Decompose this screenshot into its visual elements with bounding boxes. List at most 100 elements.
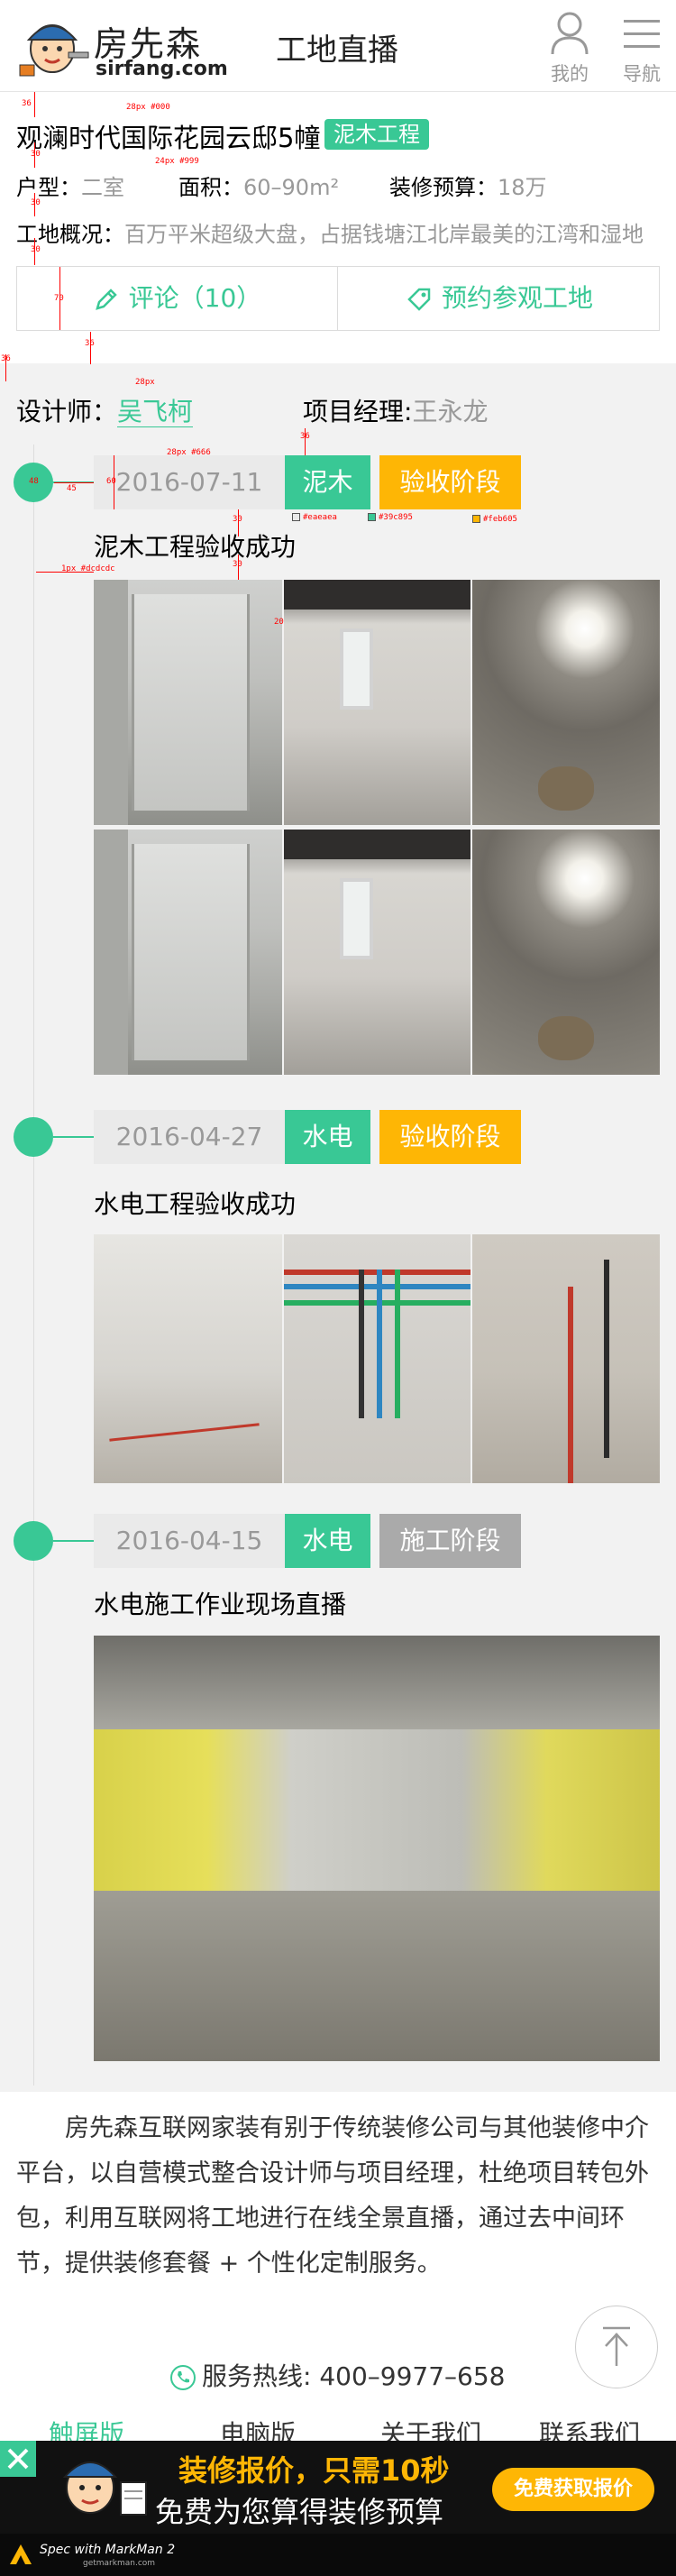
navigation-label: 导航 [623,63,661,85]
measure-label: 36 [85,339,95,348]
measure-label: 36 [1,354,11,363]
measure-label: 30 [31,198,41,207]
quote-banner[interactable]: 装修报价，只需10秒 免费为您算得装修预算 免费获取报价 [0,2441,676,2534]
measure-label: 60 [106,477,116,486]
timeline-connector [53,1136,94,1138]
markman-logo-icon [10,2544,32,2564]
measure-label: 28px #666 [167,448,211,457]
swatch-icon [368,513,376,521]
timeline-dot [14,1521,53,1561]
book-visit-label: 预约参观工地 [441,283,593,313]
entry-title: 泥木工程验收成功 [94,532,297,562]
entry-title: 水电施工作业现场直播 [94,1590,347,1619]
site-photo[interactable] [94,830,282,1075]
color-label: #39c895 [368,513,413,522]
budget-value: 18万 [498,175,547,200]
my-account-label: 我的 [551,63,589,85]
budget-label: 装修预算： [389,175,498,200]
project-actions: 评论（10） 预约参观工地 [16,266,660,331]
measure-label: 28px [135,378,155,387]
measure-label: 36 [22,99,32,108]
color-label: #eaeaea [292,513,337,522]
entry-date: 2016-07-11 [94,455,285,509]
service-hotline[interactable]: 服务热线: 400–9977–658 [169,2357,505,2393]
designer-name-link[interactable]: 吴飞柯 [117,397,194,427]
site-photo[interactable] [472,830,660,1075]
mascot-icon [62,2461,147,2516]
measure-line [90,332,91,364]
markman-domain: getmarkman.com [83,2559,156,2568]
color-label: #feb605 [472,515,517,524]
entry-type-tag: 水电 [285,1110,370,1164]
measure-label: 70 [54,294,64,303]
entry-type-tag: 泥木 [285,455,370,509]
book-visit-button[interactable]: 预约参观工地 [339,267,660,330]
markman-credit: Spec with MarkMan 2 [40,2543,176,2557]
site-photo[interactable] [472,1234,660,1483]
layout-label: 户型： [16,175,81,200]
page-title: 工地直播 [276,32,398,69]
color-code: #39c895 [379,513,413,522]
my-account-button[interactable]: 我的 [538,9,601,85]
measure-label: 45 [67,484,77,493]
site-photo[interactable] [284,830,470,1075]
color-code: #eaeaea [303,513,337,522]
site-photo[interactable] [284,580,470,825]
measure-label: 30 [31,150,41,159]
get-quote-button[interactable]: 免费获取报价 [492,2468,654,2511]
site-photo[interactable] [94,1636,660,2061]
color-code: #feb605 [483,515,517,524]
measure-label: 48 [29,477,39,486]
manager-label: 项目经理: [303,397,413,426]
project-title: 观澜时代国际花园云邸5幢 [16,123,321,153]
site-photo[interactable] [472,580,660,825]
banner-subline: 免费为您算得装修预算 [155,2495,444,2529]
budget-info: 装修预算：18万 [389,170,547,201]
site-photo[interactable] [94,580,282,825]
measure-label: 30 [31,245,41,254]
timeline-line [33,445,34,2086]
swatch-icon [292,513,300,521]
manager-info: 项目经理:王永龙 [303,392,488,428]
entry-phase-tag: 施工阶段 [379,1514,521,1568]
entry-type-tag: 水电 [285,1514,370,1568]
mascot-logo-icon[interactable] [16,13,92,79]
site-overview: 工地概况：百万平米超级大盘，占据钱塘江北岸最美的江湾和湿地 [16,216,644,248]
site-photo[interactable] [94,1234,282,1483]
top-header: 房先森 sirfang.com 工地直播 我的 导航 [0,0,676,92]
arrow-up-icon [603,2326,630,2366]
comment-button[interactable]: 评论（10） [17,267,338,330]
hamburger-menu-icon [624,20,660,48]
brand-domain: sirfang.com [96,58,228,80]
entry-title: 水电工程验收成功 [94,1189,297,1219]
measure-label: 20 [274,618,284,627]
comment-label: 评论（10） [128,283,262,313]
tag-icon [407,288,431,311]
designer-label: 设计师： [16,397,118,426]
banner-close-button[interactable] [0,2441,36,2477]
entry-date: 2016-04-15 [94,1514,285,1568]
area-info: 面积：60–90m² [178,170,339,201]
entry-phase-tag: 验收阶段 [379,1110,521,1164]
entry-date: 2016-04-27 [94,1110,285,1164]
markman-credit-bar: Spec with MarkMan 2 getmarkman.com [0,2534,676,2576]
area-label: 面积： [178,175,243,200]
layout-info: 户型：二室 [16,170,124,201]
back-to-top-button[interactable] [575,2306,658,2388]
overview-value: 百万平米超级大盘，占据钱塘江北岸最美的江湾和湿地 [124,222,644,247]
timeline-dot [14,1117,53,1157]
layout-value: 二室 [81,175,124,200]
close-icon [7,2448,29,2470]
measure-label: 30 [233,515,242,524]
manager-name: 王永龙 [412,397,489,426]
phone-icon [170,2365,196,2390]
site-photo[interactable] [284,1234,470,1483]
company-intro: 房先森互联网家装有别于传统装修公司与其他装修中介平台，以自营模式整合设计师与项目… [16,2114,649,2278]
designer-info: 设计师：吴飞柯 [16,392,194,428]
measure-label: 28px #000 [126,103,170,112]
hotline-text: 服务热线: 400–9977–658 [202,2361,506,2391]
measure-label: 1px #dcdcdc [61,564,115,573]
entry-phase-tag: 验收阶段 [379,455,521,509]
measure-label: 24px #999 [155,157,199,166]
navigation-button[interactable]: 导航 [610,9,673,85]
